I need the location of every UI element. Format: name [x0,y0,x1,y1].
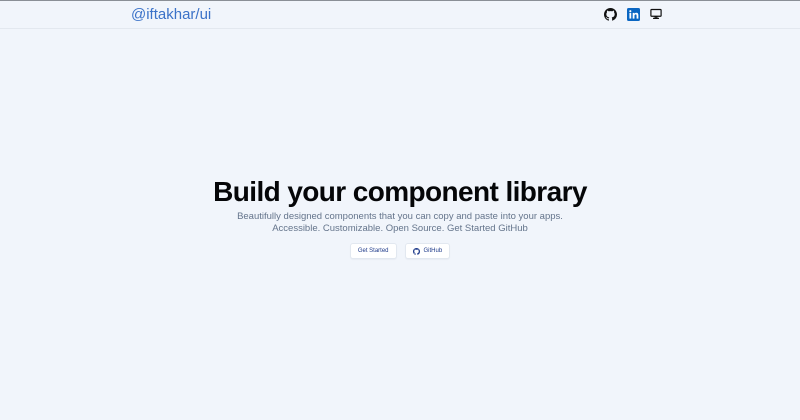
github-button-icon [412,247,420,255]
header-icons [603,7,663,21]
get-started-label: Get Started [357,248,389,254]
github-icon[interactable] [603,7,617,21]
hero-section: Build your component library Beautifully… [0,175,800,259]
site-header: @iftakhar/ui [0,1,800,29]
hero-actions: Get Started GitHub [0,243,800,259]
hero-subtitle-line-1: Beautifully designed components that you… [237,211,563,222]
hero-subtitle-line-2: Accessible. Customizable. Open Source. G… [272,223,528,234]
monitor-icon[interactable] [649,7,663,21]
get-started-button[interactable]: Get Started [349,243,397,259]
brand-link[interactable]: @iftakhar/ui [131,7,211,23]
linkedin-icon[interactable] [626,7,640,21]
hero-title: Build your component library [213,176,587,207]
github-button-label: GitHub [423,248,443,254]
github-button[interactable]: GitHub [404,243,451,259]
